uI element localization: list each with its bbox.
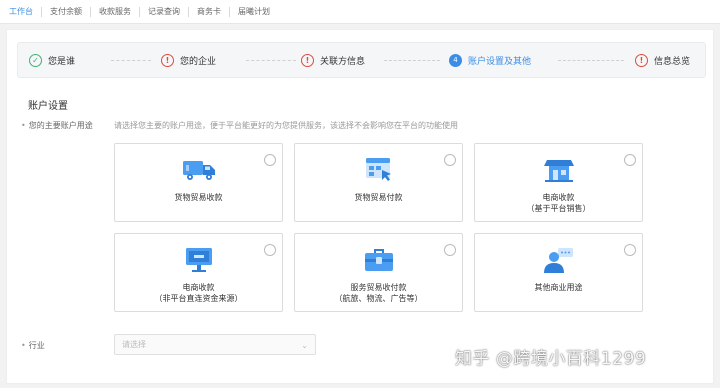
nav-item-label: 商务卡 [197,7,221,16]
nav-divider [41,6,42,17]
radio-button[interactable] [444,154,456,166]
step-your-company[interactable]: ! 您的企业 [161,43,216,77]
step-label: 账户设置及其他 [468,56,532,67]
step-connector [384,60,440,61]
nav-item-collection[interactable]: 收款服务 [99,6,131,17]
nav-item-plan[interactable]: 届曦计划 [238,6,270,17]
step-number-badge: 4 [449,53,462,67]
progress-stepper: ✓ 您是谁 ! 您的企业 ! 关联方信息 4 账户设置及其他 ! 信息总览 [17,42,706,78]
option-label: 电商收款 （非平台直连资金来源） [154,283,243,303]
radio-button[interactable] [264,154,276,166]
storefront-icon [543,160,574,182]
delivery-truck-icon [182,161,215,180]
nav-divider [90,6,91,17]
radio-button[interactable] [444,244,456,256]
nav-divider [229,6,230,17]
step-who-are-you[interactable]: ✓ 您是谁 [29,43,75,77]
nav-divider [139,6,140,17]
step-related-parties[interactable]: ! 关联方信息 [301,43,365,77]
option-label: 电商收款 （基于平台销售） [526,193,591,213]
usage-option-ecommerce-direct[interactable]: 电商收款 （非平台直连资金来源） [114,233,283,312]
usage-option-goods-receive[interactable]: 货物贸易收款 [114,143,283,222]
usage-option-service-trade[interactable]: 服务贸易收付款 （航旅、物流、广告等） [294,233,463,312]
radio-button[interactable] [264,244,276,256]
nav-item-label: 届曦计划 [238,7,270,16]
nav-divider [188,6,189,17]
monitor-icon [185,248,212,272]
nav-item-workbench[interactable]: 工作台 [9,6,33,17]
industry-field-label: • 行业 [21,341,45,350]
toolbox-icon [364,249,393,271]
step-connector [558,60,624,61]
usage-option-goods-pay[interactable]: 货物贸易付款 [294,143,463,222]
top-navigation: 工作台 支付余额 收款服务 记录查询 商务卡 届曦计划 [0,0,720,24]
radio-button[interactable] [624,154,636,166]
step-label: 信息总览 [654,56,691,67]
industry-select[interactable]: 请选择 ⌄ [114,334,316,355]
payment-click-icon [365,158,391,181]
alert-circle-icon: ! [161,53,174,67]
step-connector [246,60,296,61]
nav-item-label: 收款服务 [99,7,131,16]
nav-item-label: 记录查询 [148,7,180,16]
main-panel: ✓ 您是谁 ! 您的企业 ! 关联方信息 4 账户设置及其他 ! 信息总览 账户… [6,29,714,384]
usage-option-ecommerce-platform[interactable]: 电商收款 （基于平台销售） [474,143,643,222]
radio-button[interactable] [624,244,636,256]
step-connector [111,60,151,61]
usage-option-other[interactable]: 其他商业用途 [474,233,643,312]
chat-person-icon [543,248,573,273]
option-label: 其他商业用途 [534,283,583,292]
step-label: 您是谁 [48,56,76,67]
option-label: 货物贸易付款 [354,193,403,202]
usage-hint: 请选择您主要的账户用途，便于平台能更好的为您提供服务，该选择不会影响您在平台的功… [114,121,458,130]
option-label: 货物贸易收款 [174,193,223,202]
section-title: 账户设置 [28,101,68,112]
chevron-down-icon: ⌄ [301,341,308,350]
nav-item-label: 工作台 [9,7,33,16]
alert-circle-icon: ! [301,53,314,67]
option-label: 服务贸易收付款 （航旅、物流、广告等） [334,283,423,303]
nav-item-balance[interactable]: 支付余额 [50,6,82,17]
industry-label-text: 行业 [28,341,45,350]
step-overview[interactable]: ! 信息总览 [635,43,690,77]
usage-field-label: • 您的主要账户用途 [21,121,93,130]
alert-circle-icon: ! [635,53,648,67]
usage-label-text: 您的主要账户用途 [28,121,93,130]
nav-item-label: 支付余额 [50,7,82,16]
check-circle-icon: ✓ [29,53,42,67]
watermark: 知乎 @跨境小百科1299 [455,349,647,369]
step-label: 您的企业 [180,56,217,67]
nav-item-business-card[interactable]: 商务卡 [197,6,221,17]
step-account-settings[interactable]: 4 账户设置及其他 [449,43,531,77]
nav-item-records[interactable]: 记录查询 [148,6,180,17]
select-placeholder: 请选择 [122,340,146,349]
step-label: 关联方信息 [320,56,366,67]
